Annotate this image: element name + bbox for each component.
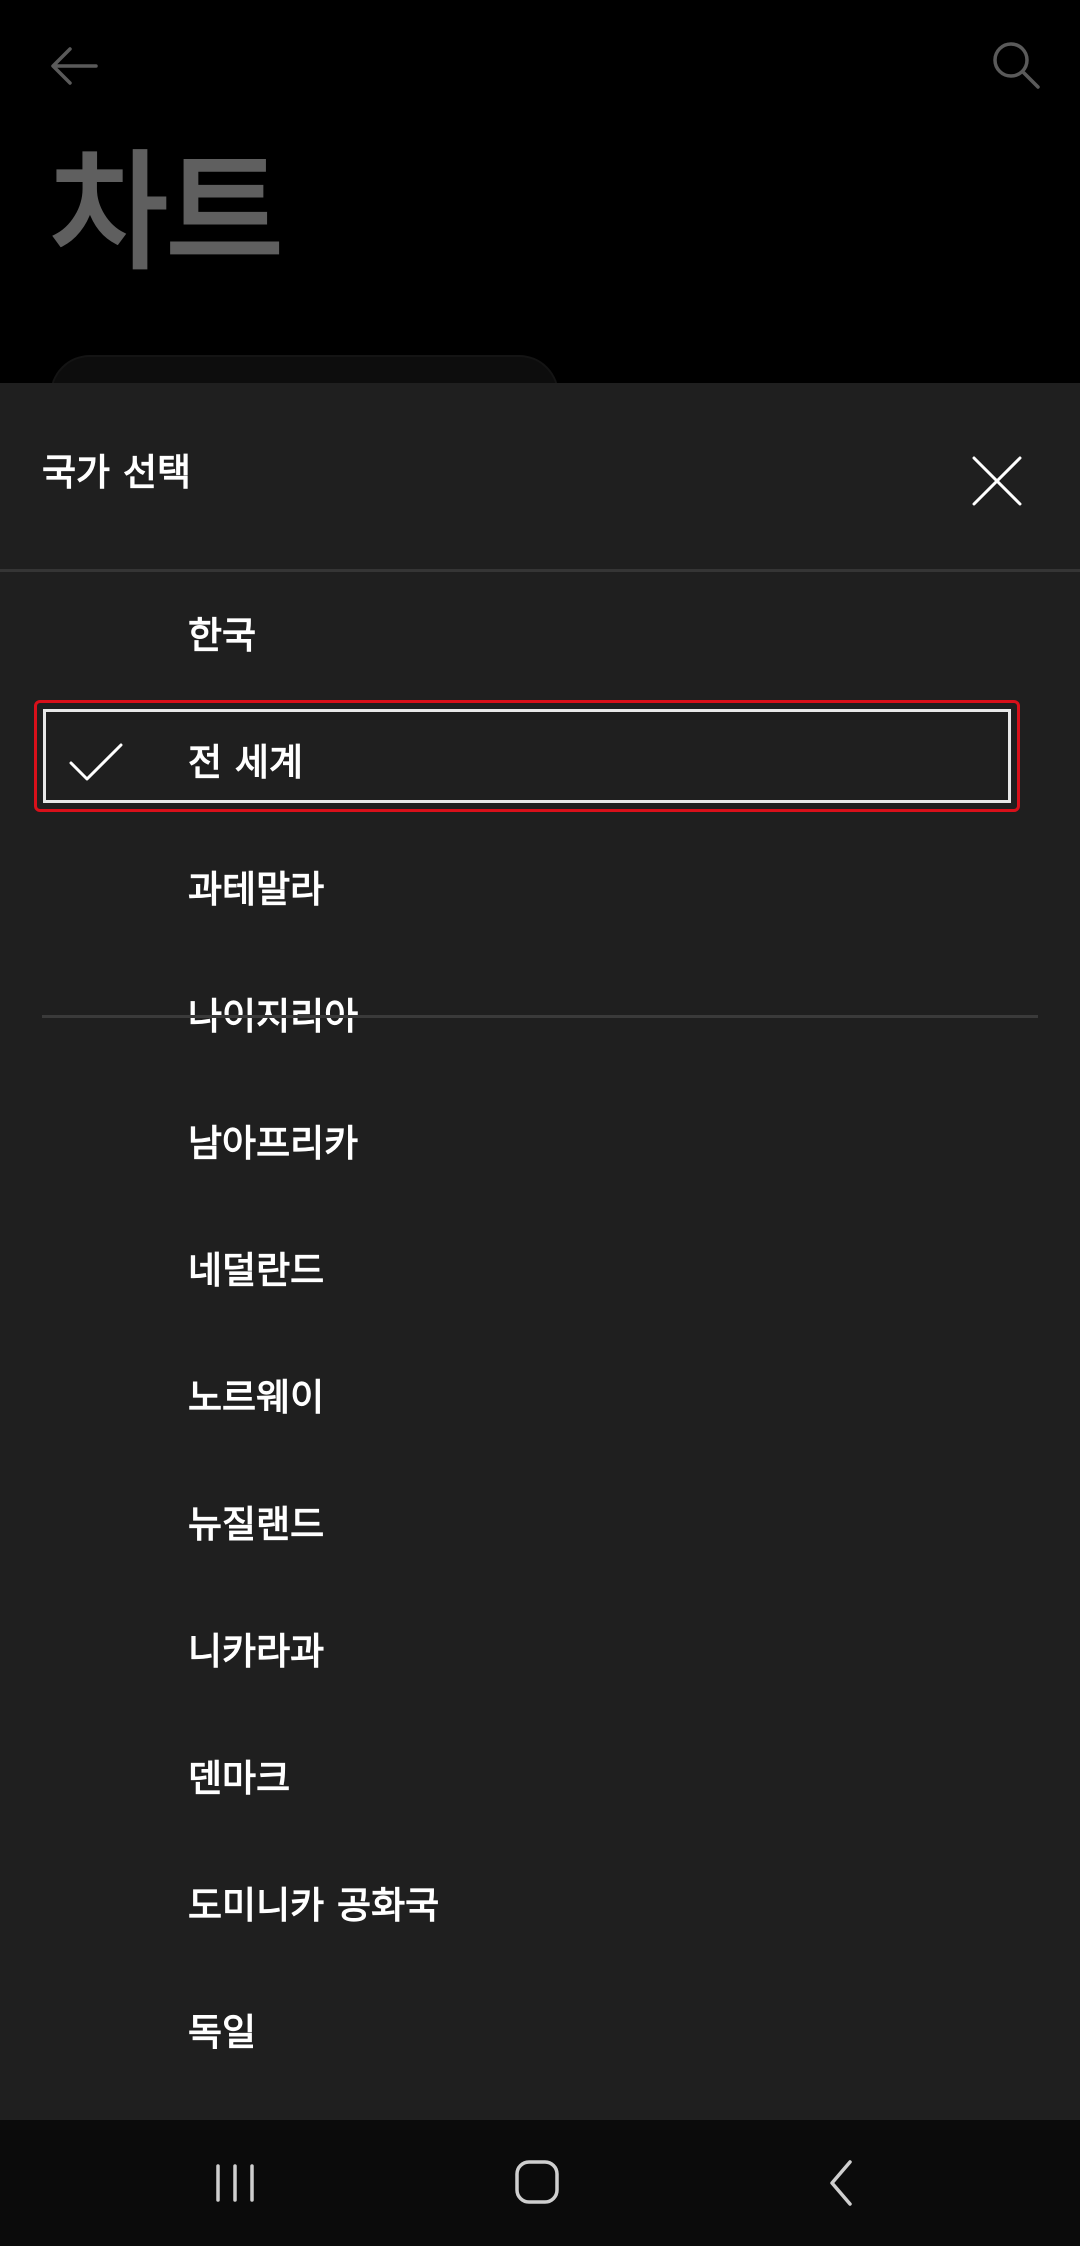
chart-page-background: 차트 [0,0,1080,439]
sheet-header: 국가 선택 [0,383,1080,572]
search-icon [993,42,1040,89]
country-item[interactable]: 과테말라 [0,826,1080,953]
country-item[interactable]: 독일 [0,1969,1080,2096]
country-label: 도미니카 공화국 [188,1884,440,1927]
recents-button[interactable] [190,2140,280,2226]
selection-highlight [34,700,1020,812]
country-label: 한국 [188,614,257,657]
arrow-left-icon [51,47,98,85]
home-icon [515,2160,559,2204]
country-label: 뉴질랜드 [188,1503,325,1546]
screen: 차트 국가 선택 한국 전 세계 과테말라 나이지리아 남아프리카 네덜란드 노… [0,0,1080,2246]
country-label: 독일 [188,2011,257,2054]
selection-highlight-inner [43,709,1011,803]
home-button[interactable] [492,2140,582,2226]
country-label: 남아프리카 [188,1122,359,1165]
country-item[interactable]: 한국 [0,572,1080,699]
sheet-title: 국가 선택 [42,451,192,494]
back-button[interactable] [44,36,104,96]
close-button[interactable] [962,446,1032,516]
close-icon [972,456,1022,506]
country-label: 네덜란드 [188,1249,325,1292]
page-title: 차트 [50,139,284,288]
country-item[interactable]: 니카라과 [0,1588,1080,1715]
country-item[interactable]: 남아프리카 [0,1080,1080,1207]
search-button[interactable] [986,36,1046,96]
country-label: 니카라과 [188,1630,325,1673]
nav-back-button[interactable] [796,2140,886,2226]
country-label: 과테말라 [188,868,325,911]
system-navigation-bar [0,2120,1080,2246]
recents-icon [216,2164,254,2202]
country-item[interactable]: 뉴질랜드 [0,1461,1080,1588]
country-item[interactable]: 노르웨이 [0,1334,1080,1461]
country-item[interactable]: 덴마크 [0,1715,1080,1842]
country-select-sheet: 국가 선택 한국 전 세계 과테말라 나이지리아 남아프리카 네덜란드 노르웨이… [0,383,1080,2120]
list-divider [42,1015,1038,1018]
country-label: 노르웨이 [188,1376,325,1419]
nav-back-icon [830,2160,852,2206]
country-item[interactable]: 도미니카 공화국 [0,1842,1080,1969]
country-label: 덴마크 [188,1757,291,1800]
country-item[interactable]: 네덜란드 [0,1207,1080,1334]
